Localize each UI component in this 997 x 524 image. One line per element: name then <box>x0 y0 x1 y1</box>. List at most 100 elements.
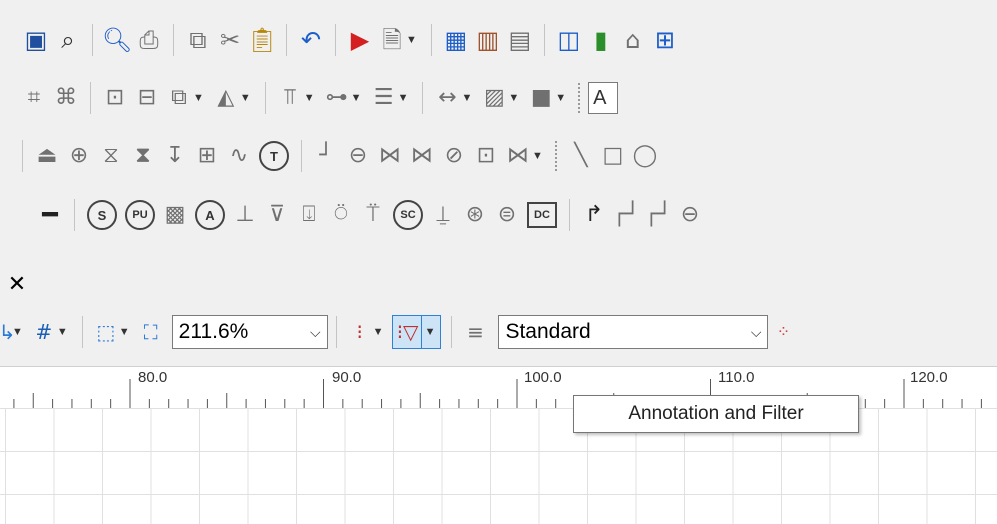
separator <box>81 316 83 348</box>
print-preview-icon[interactable]: 🔍︎ <box>102 25 132 55</box>
chevron-down-icon[interactable]: ▼ <box>508 92 519 104</box>
table-icon[interactable]: ▦ <box>443 25 469 55</box>
separator <box>543 24 545 56</box>
probe-rc-icon[interactable]: ⍊ <box>430 200 456 230</box>
save-icon[interactable]: ▣ <box>23 25 49 55</box>
rotary-valve-icon[interactable]: ⊘ <box>441 141 467 171</box>
chevron-down-icon[interactable]: ▼ <box>119 326 130 338</box>
run-play-icon[interactable]: ▶ <box>347 25 373 55</box>
symbol-a-icon[interactable]: A <box>195 200 225 230</box>
shadow-icon[interactable]: ■ <box>528 83 554 113</box>
chevron-down-icon[interactable]: ▼ <box>240 92 251 104</box>
wave-circle-icon[interactable]: ⊛ <box>462 200 488 230</box>
align-icon[interactable]: ⊡ <box>102 83 128 113</box>
chevron-down-icon[interactable]: ▼ <box>532 150 543 162</box>
cut-icon[interactable]: ✂ <box>217 25 243 55</box>
arrow-turn-icon[interactable]: ↱ <box>581 200 607 230</box>
undo-icon[interactable]: ↶ <box>298 25 324 55</box>
sensor-box-icon[interactable]: ⊞ <box>194 141 220 171</box>
check-valve-2-icon[interactable]: ⋈ <box>409 141 435 171</box>
probe-double-icon[interactable]: ⍡ <box>360 200 386 230</box>
ellipse-tool-icon[interactable]: ◯ <box>632 141 658 171</box>
line-tool-icon[interactable]: ╲ <box>568 141 594 171</box>
probe-box-icon[interactable]: ⍗ <box>296 200 322 230</box>
probe-swirl-icon[interactable]: ⍥ <box>328 200 354 230</box>
hatched-box-icon[interactable]: ▩ <box>162 200 188 230</box>
rotate-icon[interactable]: ◭ <box>213 83 239 113</box>
chevron-down-icon[interactable]: ▼ <box>57 326 68 338</box>
gate-valve-icon[interactable]: ⋈ <box>505 141 531 171</box>
sine-wave-icon[interactable]: ∿ <box>226 141 252 171</box>
chevron-down-icon[interactable]: ▼ <box>193 92 204 104</box>
color-dots-icon[interactable]: ⁘ <box>770 317 796 347</box>
zoom-select[interactable]: 211.6% ⌵ <box>171 315 328 349</box>
chevron-down-icon[interactable]: ▼ <box>351 92 362 104</box>
form-icon[interactable]: ▤ <box>507 25 533 55</box>
chevron-down-icon[interactable]: ▼ <box>398 92 409 104</box>
pipe-elbow-icon[interactable]: ┘ <box>313 141 339 171</box>
chevron-down-icon[interactable]: ▼ <box>420 316 439 348</box>
toolbar-grip[interactable] <box>554 141 559 171</box>
fill-pattern-icon[interactable]: ▨ <box>481 83 507 113</box>
paste-icon[interactable]: 📋︎ <box>247 25 277 55</box>
separator <box>430 24 432 56</box>
ruler-label: 120.0 <box>910 369 948 386</box>
hierarchy-icon[interactable]: ⊞ <box>652 25 678 55</box>
toolbar-grip[interactable] <box>578 83 582 113</box>
valve-body-icon[interactable]: ⧖ <box>98 141 124 171</box>
line-bar-icon[interactable]: ━ <box>37 200 63 230</box>
pipe-step-icon[interactable]: ┌┘ <box>613 200 640 230</box>
separator <box>569 199 570 231</box>
print-icon[interactable]: ⎙ <box>136 25 162 55</box>
weigh-icon[interactable]: ⊡ <box>473 141 499 171</box>
library-books-icon[interactable]: ▥ <box>475 25 501 55</box>
rectangle-tool-icon[interactable]: □ <box>600 141 626 171</box>
probe-icon[interactable]: ↧ <box>162 141 188 171</box>
traffic-light-icon[interactable]: ⁝ <box>347 317 373 347</box>
close-tab-icon[interactable]: ✕ <box>4 270 30 298</box>
chevron-down-icon[interactable]: ▼ <box>12 326 23 338</box>
chevron-down-icon[interactable]: ▼ <box>304 92 315 104</box>
chevron-down-icon[interactable]: ▼ <box>406 34 417 46</box>
ungroup-icon[interactable]: ⌘ <box>53 83 79 113</box>
symbol-dc-icon[interactable]: DC <box>527 202 557 228</box>
zoom-area-icon[interactable]: ⬚ <box>93 317 119 347</box>
resize-horizontal-icon[interactable]: ↔ <box>434 83 460 113</box>
symbol-t-icon[interactable]: T <box>259 141 289 171</box>
document-export-icon[interactable]: 🗎︎ <box>379 25 405 55</box>
group-icon[interactable]: ⌗ <box>21 83 47 113</box>
toolbar-standard: ▣ ⌕ 🔍︎ ⎙ ⧉ ✂ 📋︎ ↶ ▶ 🗎︎ ▼ ▦ ▥ ▤ ◫ ▮ ⌂ ⊞ <box>0 14 997 66</box>
valve-angle-icon[interactable]: ⧗ <box>130 141 156 171</box>
style-select[interactable]: Standard ⌵ <box>498 315 769 349</box>
grid-icon[interactable]: # <box>31 317 57 347</box>
line-style-icon[interactable]: ☰ <box>371 83 397 113</box>
tank-icon[interactable]: ⏏ <box>34 141 60 171</box>
circle-partial-icon[interactable]: ⊖ <box>677 200 703 230</box>
flow-element-icon[interactable]: ⊕ <box>66 141 92 171</box>
book-icon[interactable]: ▮ <box>588 25 614 55</box>
chevron-down-icon[interactable]: ▼ <box>555 92 566 104</box>
pipe-valve-step-icon[interactable]: ┌┘ <box>645 200 672 230</box>
line-weight-icon[interactable]: ≡ <box>462 317 488 347</box>
check-valve-icon[interactable]: ⋈ <box>377 141 403 171</box>
copy-icon[interactable]: ⧉ <box>185 25 211 55</box>
probe-down-icon[interactable]: ⊥ <box>232 200 258 230</box>
probe-v-icon[interactable]: ⊽ <box>264 200 290 230</box>
find-binoculars-icon[interactable]: ⌕ <box>55 25 81 55</box>
zoom-fit-icon[interactable]: ⛶ <box>138 317 164 347</box>
align-top-icon[interactable]: ⫪ <box>277 83 303 113</box>
orifice-icon[interactable]: ⊖ <box>345 141 371 171</box>
bring-front-icon[interactable]: ⧉ <box>166 83 192 113</box>
window-icon[interactable]: ◫ <box>556 25 582 55</box>
font-input[interactable]: A <box>588 82 619 114</box>
check-circle-icon[interactable]: ⊜ <box>494 200 520 230</box>
distribute-horizontal-icon[interactable]: ⊶ <box>324 83 350 113</box>
properties-icon[interactable]: ⌂ <box>620 25 646 55</box>
symbol-sc-icon[interactable]: SC <box>393 200 423 230</box>
symbol-pu-icon[interactable]: PU <box>125 200 155 230</box>
chevron-down-icon[interactable]: ▼ <box>373 326 384 338</box>
symbol-s-icon[interactable]: S <box>87 200 117 230</box>
annotation-filter-button[interactable]: ⁝▽ ▼ <box>391 315 442 349</box>
distribute-icon[interactable]: ⊟ <box>134 83 160 113</box>
chevron-down-icon[interactable]: ▼ <box>461 92 472 104</box>
